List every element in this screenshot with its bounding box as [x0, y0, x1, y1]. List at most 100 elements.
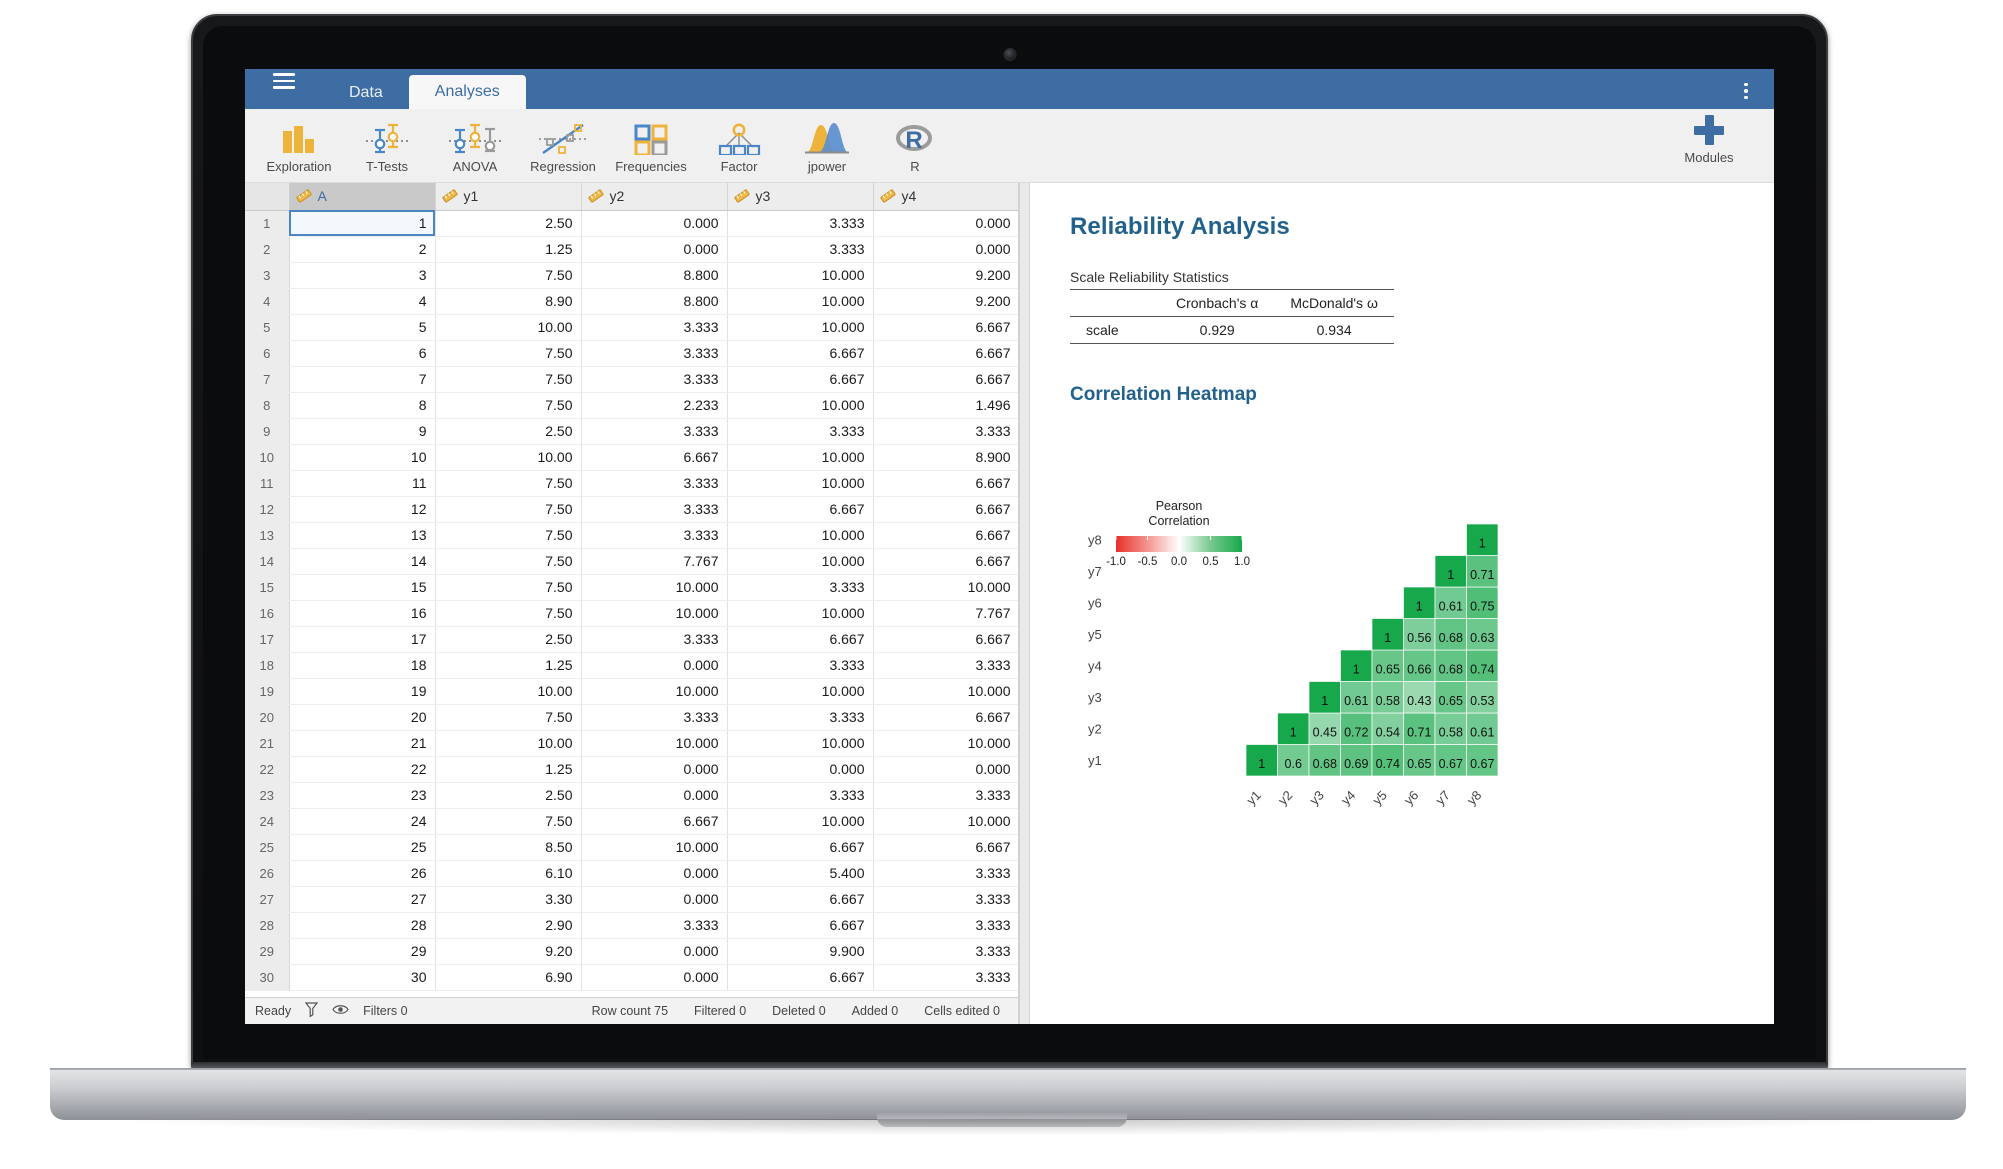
table-row[interactable]: 112.500.0003.3330.0001.250 [245, 210, 1018, 237]
table-row[interactable]: 26266.100.0005.4003.3330.000 [245, 860, 1018, 887]
grid-cell-y2-27[interactable]: 0.000 [581, 886, 728, 913]
grid-cell-y4-4[interactable]: 9.200 [873, 288, 1018, 315]
row-number[interactable]: 5 [245, 314, 290, 341]
grid-cell-y1-3[interactable]: 7.50 [435, 262, 582, 289]
grid-cell-A-9[interactable]: 9 [289, 418, 436, 445]
grid-cell-A-19[interactable]: 19 [289, 678, 436, 705]
grid-cell-y2-14[interactable]: 7.767 [581, 548, 728, 575]
grid-cell-y3-21[interactable]: 10.000 [727, 730, 874, 757]
grid-cell-y1-5[interactable]: 10.00 [435, 314, 582, 341]
grid-cell-y3-1[interactable]: 3.333 [727, 210, 874, 237]
row-number[interactable]: 19 [245, 678, 290, 705]
grid-cell-y4-19[interactable]: 10.000 [873, 678, 1018, 705]
grid-cell-y4-22[interactable]: 0.000 [873, 756, 1018, 783]
grid-cell-y1-23[interactable]: 2.50 [435, 782, 582, 809]
funnel-icon[interactable] [304, 1002, 319, 1020]
grid-cell-y1-15[interactable]: 7.50 [435, 574, 582, 601]
grid-cell-y2-25[interactable]: 10.000 [581, 834, 728, 861]
grid-cell-y4-30[interactable]: 3.333 [873, 964, 1018, 991]
grid-cell-A-30[interactable]: 30 [289, 964, 436, 991]
column-header-A[interactable]: A [289, 183, 436, 211]
grid-cell-y4-15[interactable]: 10.000 [873, 574, 1018, 601]
grid-cell-A-4[interactable]: 4 [289, 288, 436, 315]
ribbon-item-frequencies[interactable]: Frequencies [607, 117, 695, 174]
grid-cell-y1-29[interactable]: 9.20 [435, 938, 582, 965]
row-number[interactable]: 3 [245, 262, 290, 289]
row-number[interactable]: 18 [245, 652, 290, 679]
row-number[interactable]: 10 [245, 444, 290, 471]
grid-cell-y1-14[interactable]: 7.50 [435, 548, 582, 575]
grid-cell-y4-25[interactable]: 6.667 [873, 834, 1018, 861]
grid-cell-y4-2[interactable]: 0.000 [873, 236, 1018, 263]
table-row[interactable]: 18181.250.0003.3333.3331.250 [245, 652, 1018, 679]
row-number[interactable]: 20 [245, 704, 290, 731]
row-number[interactable]: 12 [245, 496, 290, 523]
grid-cell-y1-11[interactable]: 7.50 [435, 470, 582, 497]
grid-cell-y2-16[interactable]: 10.000 [581, 600, 728, 627]
grid-cell-y2-30[interactable]: 0.000 [581, 964, 728, 991]
grid-cell-y3-12[interactable]: 6.667 [727, 496, 874, 523]
grid-cell-y1-18[interactable]: 1.25 [435, 652, 582, 679]
grid-cell-A-21[interactable]: 21 [289, 730, 436, 757]
table-row[interactable]: 29299.200.0009.9003.3337.610 [245, 938, 1018, 965]
tab-data[interactable]: Data [323, 77, 409, 109]
grid-corner[interactable] [245, 183, 290, 211]
grid-cell-y2-19[interactable]: 10.000 [581, 678, 728, 705]
row-number[interactable]: 1 [245, 210, 290, 237]
grid-cell-y1-27[interactable]: 3.30 [435, 886, 582, 913]
grid-cell-A-26[interactable]: 26 [289, 860, 436, 887]
grid-cell-y4-14[interactable]: 6.667 [873, 548, 1018, 575]
grid-cell-y2-15[interactable]: 10.000 [581, 574, 728, 601]
grid-cell-A-13[interactable]: 13 [289, 522, 436, 549]
pane-splitter[interactable] [1019, 183, 1030, 1024]
table-row[interactable]: 12127.503.3336.6676.6678.750 [245, 496, 1018, 523]
grid-cell-y4-13[interactable]: 6.667 [873, 522, 1018, 549]
table-row[interactable]: 5510.003.33310.0006.6677.500 [245, 314, 1018, 341]
table-row[interactable]: 992.503.3333.3333.3336.250 [245, 418, 1018, 445]
table-row[interactable]: 667.503.3336.6676.6676.250 [245, 340, 1018, 367]
grid-cell-y2-6[interactable]: 3.333 [581, 340, 728, 367]
grid-cell-y2-2[interactable]: 0.000 [581, 236, 728, 263]
column-header-y1[interactable]: y1 [435, 183, 582, 211]
grid-cell-y3-7[interactable]: 6.667 [727, 366, 874, 393]
grid-cell-y3-13[interactable]: 10.000 [727, 522, 874, 549]
table-row[interactable]: 28282.903.3336.6673.3332.386 [245, 912, 1018, 939]
grid-cell-y2-18[interactable]: 0.000 [581, 652, 728, 679]
column-header-y2[interactable]: y2 [581, 183, 728, 211]
grid-cell-y4-8[interactable]: 1.496 [873, 392, 1018, 419]
grid-cell-y4-28[interactable]: 3.333 [873, 912, 1018, 939]
grid-cell-y4-7[interactable]: 6.667 [873, 366, 1018, 393]
grid-cell-y3-5[interactable]: 10.000 [727, 314, 874, 341]
table-row[interactable]: 14147.507.76710.0006.6677.500 [245, 548, 1018, 575]
grid-cell-y4-5[interactable]: 6.667 [873, 314, 1018, 341]
grid-cell-A-29[interactable]: 29 [289, 938, 436, 965]
grid-cell-y1-12[interactable]: 7.50 [435, 496, 582, 523]
grid-cell-y1-25[interactable]: 8.50 [435, 834, 582, 861]
grid-cell-y1-8[interactable]: 7.50 [435, 392, 582, 419]
grid-cell-y2-4[interactable]: 8.800 [581, 288, 728, 315]
grid-cell-y1-28[interactable]: 2.90 [435, 912, 582, 939]
tab-analyses[interactable]: Analyses [408, 75, 526, 109]
grid-cell-y4-27[interactable]: 3.333 [873, 886, 1018, 913]
grid-cell-y3-9[interactable]: 3.333 [727, 418, 874, 445]
grid-cell-A-12[interactable]: 12 [289, 496, 436, 523]
grid-cell-y3-17[interactable]: 6.667 [727, 626, 874, 653]
grid-cell-y1-16[interactable]: 7.50 [435, 600, 582, 627]
grid-cell-y2-23[interactable]: 0.000 [581, 782, 728, 809]
grid-cell-y2-21[interactable]: 10.000 [581, 730, 728, 757]
row-number[interactable]: 16 [245, 600, 290, 627]
table-row[interactable]: 23232.500.0003.3333.3332.500 [245, 782, 1018, 809]
eye-icon[interactable] [332, 1003, 349, 1019]
table-row[interactable]: 27273.300.0006.6673.3336.250 [245, 886, 1018, 913]
grid-cell-y3-2[interactable]: 3.333 [727, 236, 874, 263]
grid-cell-A-10[interactable]: 10 [289, 444, 436, 471]
grid-cell-y3-14[interactable]: 10.000 [727, 548, 874, 575]
grid-cell-y1-7[interactable]: 7.50 [435, 366, 582, 393]
grid-cell-y3-27[interactable]: 6.667 [727, 886, 874, 913]
grid-cell-y4-16[interactable]: 7.767 [873, 600, 1018, 627]
row-number[interactable]: 25 [245, 834, 290, 861]
grid-cell-y1-26[interactable]: 6.10 [435, 860, 582, 887]
grid-cell-y3-20[interactable]: 3.333 [727, 704, 874, 731]
grid-cell-y3-10[interactable]: 10.000 [727, 444, 874, 471]
grid-cell-A-22[interactable]: 22 [289, 756, 436, 783]
